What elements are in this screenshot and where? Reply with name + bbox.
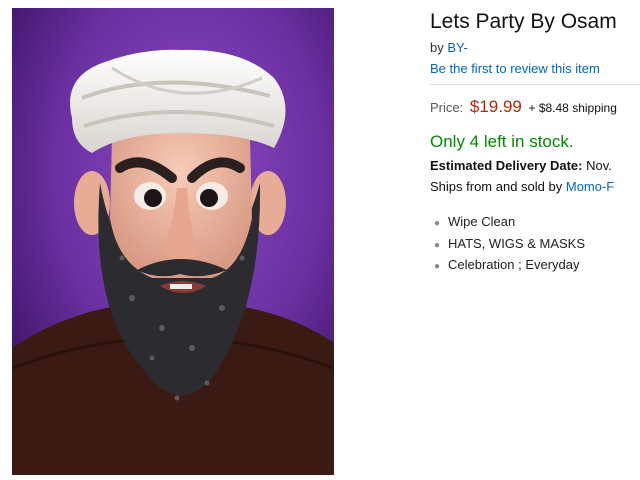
price-row: Price: $19.99 + $8.48 shipping: [430, 97, 617, 117]
party-mask-image: [12, 8, 334, 475]
bullet-text: HATS, WIGS & MASKS: [448, 235, 586, 251]
product-info-panel: Lets Party By Osam by BY- Be the first t…: [430, 0, 640, 480]
bullet-text: Celebration ; Everyday: [448, 257, 580, 272]
divider: [430, 84, 640, 85]
write-review-link[interactable]: Be the first to review this item: [430, 61, 600, 76]
delivery-label: Estimated Delivery Date:: [430, 158, 583, 173]
shipping-cost: + $8.48 shipping: [528, 101, 617, 115]
list-item: ● Celebration ; Everyday: [434, 254, 585, 276]
stock-status: Only 4 left in stock.: [430, 132, 574, 151]
product-image[interactable]: [12, 8, 334, 475]
feature-bullets: ● Wipe Clean ● HATS, WIGS & MASKS ● Celebra…: [434, 211, 585, 276]
bullet-icon: ●: [434, 261, 441, 272]
byline: by BY-: [430, 40, 468, 55]
seller-link[interactable]: Momo-F: [566, 179, 614, 194]
ships-label: Ships from and sold by: [430, 179, 563, 194]
list-item: ● Wipe Clean: [434, 211, 585, 233]
brand-link[interactable]: BY-: [447, 40, 467, 55]
price-value: $19.99: [469, 97, 522, 116]
delivery-estimate: Estimated Delivery Date: Nov.: [430, 158, 612, 173]
list-item: ● HATS, WIGS & MASKS: [434, 233, 585, 255]
by-label: by: [430, 40, 444, 55]
delivery-date: Nov.: [586, 158, 612, 173]
product-title: Lets Party By Osam: [430, 10, 617, 33]
bullet-icon: ●: [434, 239, 441, 251]
price-label: Price:: [430, 100, 464, 115]
bullet-text: Wipe Clean: [448, 214, 516, 229]
bullet-icon: ●: [434, 218, 441, 229]
ships-from: Ships from and sold by Momo-F: [430, 179, 614, 194]
